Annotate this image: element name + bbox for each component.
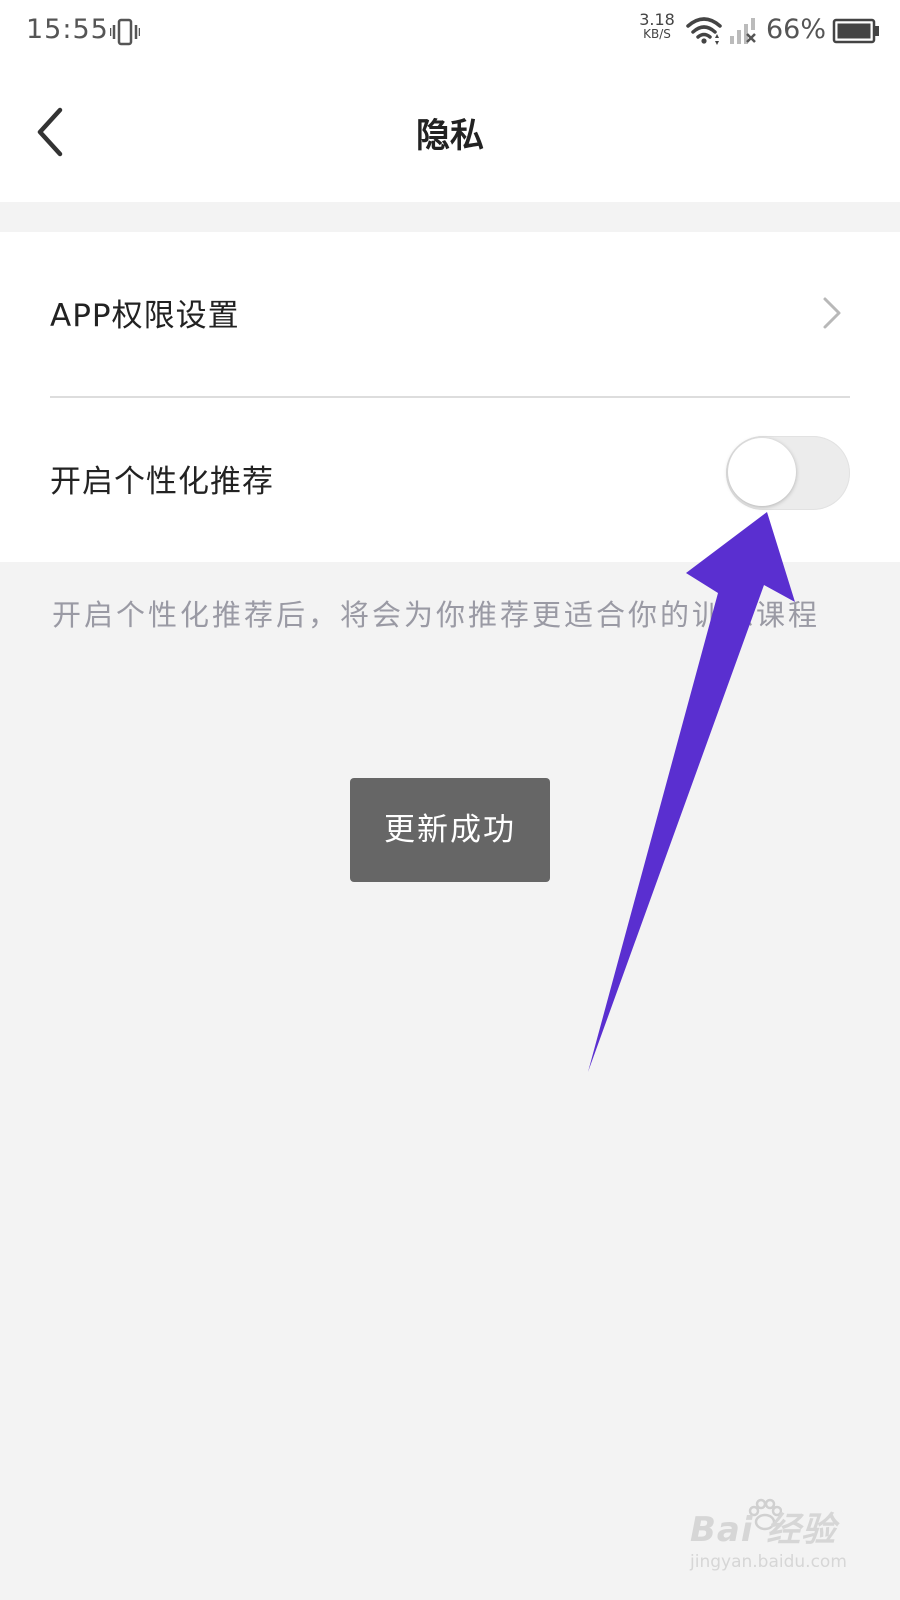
- net-speed: 3.18 KB/S: [636, 12, 678, 42]
- net-speed-unit: KB/S: [643, 27, 671, 41]
- watermark-brand: Bai 经验: [690, 1510, 837, 1550]
- personalized-description: 开启个性化推荐后，将会为你推荐更适合你的训练课程: [52, 598, 821, 632]
- toggle-knob: [728, 438, 796, 506]
- page-title: 隐私: [416, 116, 484, 156]
- nav-bar: 隐私: [0, 64, 900, 202]
- app-permissions-label: APP权限设置: [50, 298, 240, 334]
- net-speed-value: 3.18: [639, 10, 675, 29]
- watermark-url: jingyan.baidu.com: [690, 1552, 847, 1572]
- app-permissions-row[interactable]: APP权限设置: [0, 232, 900, 398]
- status-bar: 15:55 3.18 KB/S 66%: [0, 0, 900, 64]
- personalized-recommendation-toggle[interactable]: [726, 436, 850, 510]
- watermark: Bai 经验 jingyan.baidu.com: [690, 1498, 860, 1578]
- personalized-recommendation-row: 开启个性化推荐: [0, 398, 900, 562]
- toast-message: 更新成功: [350, 778, 550, 882]
- battery-icon: [832, 18, 879, 44]
- personalized-recommendation-label: 开启个性化推荐: [50, 464, 274, 500]
- signal-icon: [730, 18, 756, 44]
- battery-percent: 66%: [766, 14, 827, 45]
- status-time: 15:55: [26, 14, 109, 45]
- vibrate-icon: [110, 18, 140, 46]
- wifi-icon: [686, 17, 722, 45]
- chevron-right-icon: [823, 297, 841, 329]
- settings-group: APP权限设置 开启个性化推荐: [0, 232, 900, 562]
